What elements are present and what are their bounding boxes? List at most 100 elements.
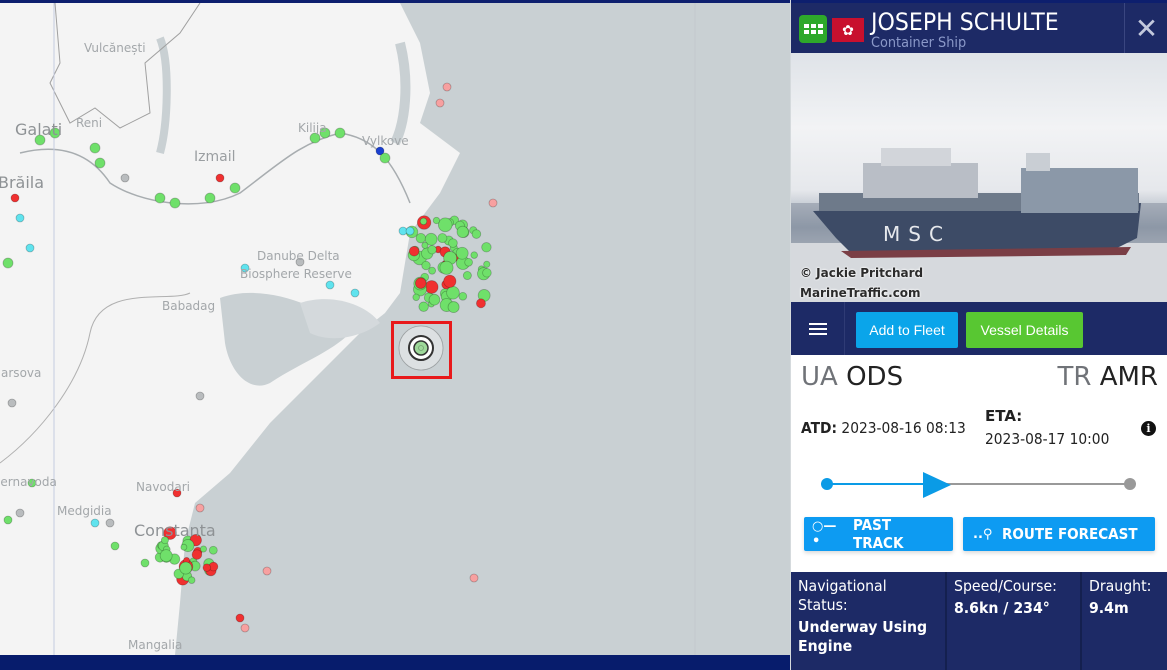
- vessel-marker[interactable]: [435, 98, 445, 108]
- selected-vessel-highlight[interactable]: [391, 321, 452, 379]
- map-label-mangalia: Mangalia: [128, 638, 183, 652]
- vessel-marker[interactable]: [350, 288, 360, 298]
- vessel-marker[interactable]: [412, 293, 420, 302]
- vessel-marker[interactable]: [408, 245, 420, 257]
- vessel-marker[interactable]: [443, 274, 457, 288]
- vessel-marker[interactable]: [469, 573, 479, 583]
- past-track-button[interactable]: ○—• PAST TRACK: [804, 516, 953, 552]
- photo-credit-author: © Jackie Pritchard: [800, 266, 924, 280]
- vessel-marker[interactable]: [462, 271, 472, 280]
- vessel-marker[interactable]: [204, 192, 216, 204]
- vessel-marker[interactable]: [262, 566, 272, 576]
- vessel-stats: Navigational Status: Underway Using Engi…: [791, 572, 1167, 670]
- vessel-marker[interactable]: [120, 173, 130, 183]
- menu-button[interactable]: [791, 302, 845, 355]
- map-label-vylkove: Vylkove: [362, 134, 409, 148]
- vessel-marker[interactable]: [334, 127, 346, 139]
- vessel-marker[interactable]: [437, 217, 453, 233]
- vessel-marker[interactable]: [405, 226, 415, 236]
- add-to-fleet-button[interactable]: Add to Fleet: [856, 312, 958, 348]
- hamburger-icon: [808, 322, 827, 335]
- vessel-position-arrow-icon: [923, 472, 952, 498]
- vessel-marker[interactable]: [202, 563, 212, 572]
- vessel-marker[interactable]: [208, 545, 218, 555]
- vessel-marker[interactable]: [488, 198, 498, 208]
- vessel-marker[interactable]: [25, 243, 35, 253]
- vessel-marker[interactable]: [215, 173, 225, 183]
- vessel-marker[interactable]: [105, 518, 115, 528]
- vessel-marker[interactable]: [447, 301, 460, 314]
- vessel-marker[interactable]: [179, 561, 193, 575]
- close-icon: ✕: [1134, 12, 1159, 44]
- vessel-marker[interactable]: [89, 142, 101, 154]
- vessel-marker[interactable]: [442, 82, 452, 92]
- vessel-marker[interactable]: [421, 241, 429, 249]
- vessel-marker[interactable]: [448, 238, 458, 248]
- vessel-marker[interactable]: [471, 229, 482, 239]
- vessel-marker[interactable]: [15, 213, 25, 223]
- destination-port[interactable]: TR AMR: [1057, 362, 1158, 392]
- vessel-marker[interactable]: [110, 541, 120, 551]
- vessel-info-panel: ✿ JOSEPH SCHULTE Container Ship ✕ MSC © …: [790, 0, 1167, 670]
- vessel-marker[interactable]: [199, 545, 208, 553]
- vessel-marker[interactable]: [235, 613, 245, 623]
- vessel-marker[interactable]: [187, 576, 196, 584]
- vessel-marker[interactable]: [94, 157, 106, 169]
- departure-port-code: ODS: [846, 362, 904, 392]
- vessel-marker[interactable]: [482, 268, 492, 278]
- vessel-marker[interactable]: [415, 232, 427, 244]
- vessel-marker[interactable]: [464, 257, 473, 267]
- vessel-marker[interactable]: [191, 549, 203, 560]
- vessel-marker[interactable]: [414, 277, 427, 289]
- voyage-progress: [821, 472, 1136, 498]
- vessel-marker[interactable]: [432, 216, 441, 225]
- vessel-marker[interactable]: [437, 233, 448, 244]
- vessel-marker[interactable]: [439, 260, 454, 275]
- vessel-marker[interactable]: [483, 260, 491, 268]
- info-icon[interactable]: i: [1141, 421, 1156, 436]
- vessel-marker[interactable]: [427, 245, 437, 255]
- vessel-marker[interactable]: [481, 242, 492, 253]
- vessel-marker[interactable]: [240, 623, 250, 633]
- past-track-label: PAST TRACK: [853, 516, 904, 552]
- atd-value: 2023-08-16 08:13: [841, 419, 966, 437]
- vessel-marker[interactable]: [3, 515, 13, 525]
- vessel-marker[interactable]: [455, 246, 469, 260]
- vessel-marker[interactable]: [470, 251, 478, 259]
- vessel-marker[interactable]: [458, 291, 468, 301]
- vessel-marker[interactable]: [418, 301, 429, 312]
- route-forecast-pin-icon: ..⚲: [973, 526, 993, 542]
- vessel-marker[interactable]: [428, 266, 437, 275]
- draught-value: 9.4m: [1089, 599, 1129, 617]
- vessel-marker[interactable]: [154, 192, 166, 204]
- vessel-marker[interactable]: [10, 193, 20, 203]
- vessel-marker[interactable]: [180, 543, 188, 551]
- vessel-photo[interactable]: MSC © Jackie Pritchard MarineTraffic.com: [791, 53, 1167, 302]
- vessel-marker[interactable]: [159, 549, 173, 563]
- map-view[interactable]: Vulcănești Galati Reni Izmail Kilija Vyl…: [0, 3, 790, 655]
- vessel-marker[interactable]: [379, 152, 391, 164]
- stat-draught: Draught: 9.4m: [1082, 572, 1167, 670]
- map-label-medgidia: Medgidia: [57, 504, 112, 518]
- vessel-marker[interactable]: [456, 225, 469, 238]
- vessel-details-button[interactable]: Vessel Details: [966, 312, 1083, 348]
- vessel-marker[interactable]: [15, 508, 25, 518]
- vessel-marker[interactable]: [169, 197, 181, 209]
- vessel-marker[interactable]: [325, 280, 335, 290]
- vessel-marker[interactable]: [428, 293, 441, 306]
- map-label-izmail: Izmail: [194, 149, 236, 165]
- vessel-marker[interactable]: [195, 391, 205, 401]
- vessel-marker[interactable]: [195, 503, 205, 513]
- vessel-marker[interactable]: [229, 182, 241, 194]
- vessel-marker[interactable]: [419, 217, 428, 226]
- vessel-marker[interactable]: [424, 280, 439, 294]
- route-forecast-button[interactable]: ..⚲ ROUTE FORECAST: [963, 517, 1155, 551]
- departure-port[interactable]: UA ODS: [801, 362, 903, 392]
- vessel-marker[interactable]: [140, 558, 150, 568]
- close-button[interactable]: ✕: [1124, 3, 1167, 53]
- vessel-marker[interactable]: [90, 518, 100, 528]
- eta-label: ETA:: [985, 407, 1023, 425]
- vessel-marker[interactable]: [7, 398, 17, 408]
- vessel-marker[interactable]: [2, 257, 14, 269]
- vessel-marker[interactable]: [476, 298, 486, 309]
